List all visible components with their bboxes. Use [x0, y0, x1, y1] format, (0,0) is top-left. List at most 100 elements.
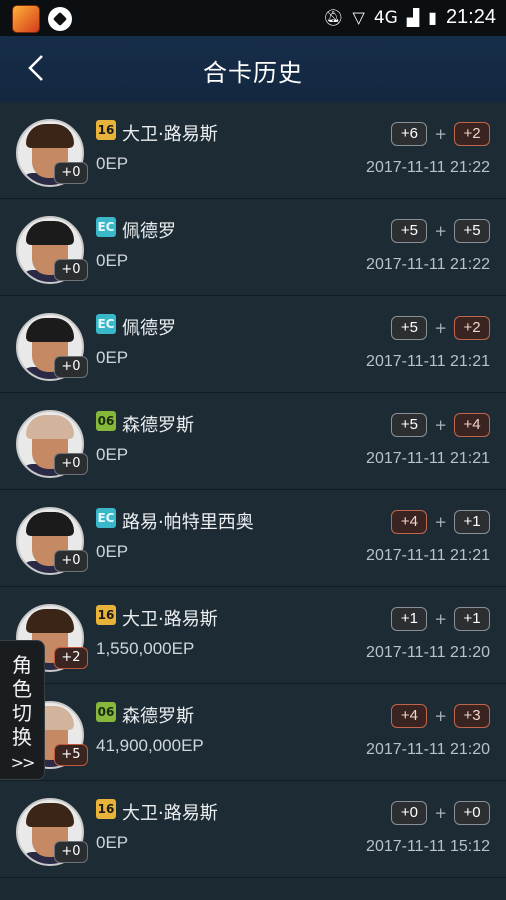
ep-value: 0EP	[96, 833, 129, 852]
timestamp: 2017-11-11 21:21	[366, 450, 490, 467]
role-switch-char: 换	[12, 725, 32, 749]
history-row[interactable]: +0 16 大卫·路易斯 0EP +0 + +0 2017-11-11 15:1…	[0, 781, 506, 878]
modifier-pill-1: +5	[391, 316, 428, 340]
timestamp: 2017-11-11 21:21	[366, 547, 490, 564]
modifier-pill-2: +2	[454, 316, 490, 340]
timestamp: 2017-11-11 21:20	[366, 741, 490, 758]
role-switch-button[interactable]: 角色切换 >>	[0, 640, 45, 780]
level-badge: +2	[54, 647, 88, 669]
plus-sign: +	[434, 416, 447, 434]
merge-modifiers: +5 + +2	[391, 316, 490, 340]
modifier-pill-2: +5	[454, 219, 490, 243]
merge-modifiers: +1 + +1	[391, 607, 490, 631]
history-row[interactable]: +0 06 森德罗斯 0EP +5 + +4 2017-11-11 21:21	[0, 393, 506, 490]
player-name: 森德罗斯	[122, 415, 194, 436]
plus-sign: +	[434, 222, 447, 240]
timestamp: 2017-11-11 21:20	[366, 644, 490, 661]
level-badge: +0	[54, 550, 88, 572]
timestamp: 2017-11-11 21:21	[366, 353, 490, 370]
level-badge: +0	[54, 841, 88, 863]
plus-sign: +	[434, 513, 447, 531]
status-bar: 🔕︎ ▽ 4G ▟ ▮ 21:24	[0, 0, 506, 36]
history-row[interactable]: +5 06 森德罗斯 41,900,000EP +4 + +3 2017-11-…	[0, 684, 506, 781]
modifier-pill-1: +5	[391, 219, 428, 243]
ep-value: 0EP	[96, 251, 129, 270]
modifier-pill-2: +2	[454, 122, 490, 146]
merge-modifiers: +0 + +0	[391, 801, 490, 825]
season-tag: EC	[96, 314, 116, 334]
battery-icon: ▮	[428, 8, 437, 27]
app-header: 合卡历史	[0, 36, 506, 102]
history-row[interactable]: +0 EC 路易·帕特里西奥 0EP +4 + +1 2017-11-11 21…	[0, 490, 506, 587]
role-switch-char: 角	[12, 653, 32, 677]
network-label: 4G	[373, 7, 398, 28]
modifier-pill-1: +4	[391, 704, 428, 728]
player-name: 佩德罗	[122, 318, 176, 339]
game-app-icon	[12, 5, 40, 33]
merge-modifiers: +5 + +4	[391, 413, 490, 437]
history-row[interactable]: +2 16 大卫·路易斯 1,550,000EP +1 + +1 2017-11…	[0, 587, 506, 684]
season-tag: 06	[96, 411, 116, 431]
clock: 21:24	[445, 6, 496, 28]
modifier-pill-2: +1	[454, 510, 490, 534]
ep-value: 0EP	[96, 348, 129, 367]
history-row[interactable]: +0 16 大卫·路易斯 0EP +6 + +2 2017-11-11 21:2…	[0, 102, 506, 199]
soccer-ball-icon	[48, 7, 72, 31]
ep-value: 1,550,000EP	[96, 639, 195, 658]
season-tag: EC	[96, 217, 116, 237]
player-name: 路易·帕特里西奥	[122, 512, 254, 533]
level-badge: +0	[54, 356, 88, 378]
player-name: 森德罗斯	[122, 706, 194, 727]
player-name: 大卫·路易斯	[122, 803, 218, 824]
merge-modifiers: +4 + +3	[391, 704, 490, 728]
modifier-pill-1: +1	[391, 607, 428, 631]
modifier-pill-2: +3	[454, 704, 490, 728]
plus-sign: +	[434, 610, 447, 628]
season-tag: EC	[96, 508, 116, 528]
merge-modifiers: +4 + +1	[391, 510, 490, 534]
modifier-pill-2: +1	[454, 607, 490, 631]
role-switch-char: 切	[12, 701, 32, 725]
plus-sign: +	[434, 707, 447, 725]
player-name: 大卫·路易斯	[122, 609, 218, 630]
modifier-pill-1: +5	[391, 413, 428, 437]
modifier-pill-2: +0	[454, 801, 490, 825]
history-row[interactable]: +0 EC 佩德罗 0EP +5 + +5 2017-11-11 21:22	[0, 199, 506, 296]
level-badge: +0	[54, 162, 88, 184]
ep-value: 41,900,000EP	[96, 736, 204, 755]
mute-icon: 🔕︎	[323, 8, 344, 27]
timestamp: 2017-11-11 21:22	[366, 159, 490, 176]
notification-icons	[12, 5, 72, 33]
player-name: 大卫·路易斯	[122, 124, 218, 145]
plus-sign: +	[434, 319, 447, 337]
merge-modifiers: +6 + +2	[391, 122, 490, 146]
plus-sign: +	[434, 125, 447, 143]
player-name: 佩德罗	[122, 221, 176, 242]
ep-value: 0EP	[96, 542, 129, 561]
level-badge: +0	[54, 259, 88, 281]
modifier-pill-1: +6	[391, 122, 428, 146]
level-badge: +0	[54, 453, 88, 475]
history-row[interactable]: +0 EC 佩德罗 0EP +5 + +2 2017-11-11 21:21	[0, 296, 506, 393]
system-icons: 🔕︎ ▽ 4G ▟ ▮ 21:24	[323, 6, 496, 29]
level-badge: +5	[54, 744, 88, 766]
season-tag: 16	[96, 120, 116, 140]
timestamp: 2017-11-11 15:12	[366, 838, 490, 855]
merge-history-list[interactable]: +0 16 大卫·路易斯 0EP +6 + +2 2017-11-11 21:2…	[0, 102, 506, 878]
modifier-pill-1: +4	[391, 510, 428, 534]
season-tag: 16	[96, 799, 116, 819]
ep-value: 0EP	[96, 154, 129, 173]
modifier-pill-2: +4	[454, 413, 490, 437]
timestamp: 2017-11-11 21:22	[366, 256, 490, 273]
season-tag: 16	[96, 605, 116, 625]
page-title: 合卡历史	[203, 59, 303, 87]
ep-value: 0EP	[96, 445, 129, 464]
plus-sign: +	[434, 804, 447, 822]
signal-icon: ▟	[406, 8, 420, 27]
role-switch-char: 色	[12, 677, 32, 701]
double-chevron-right-icon: >>	[10, 753, 36, 772]
merge-modifiers: +5 + +5	[391, 219, 490, 243]
modifier-pill-1: +0	[391, 801, 428, 825]
hotspot-icon: ▽	[352, 8, 365, 27]
season-tag: 06	[96, 702, 116, 722]
